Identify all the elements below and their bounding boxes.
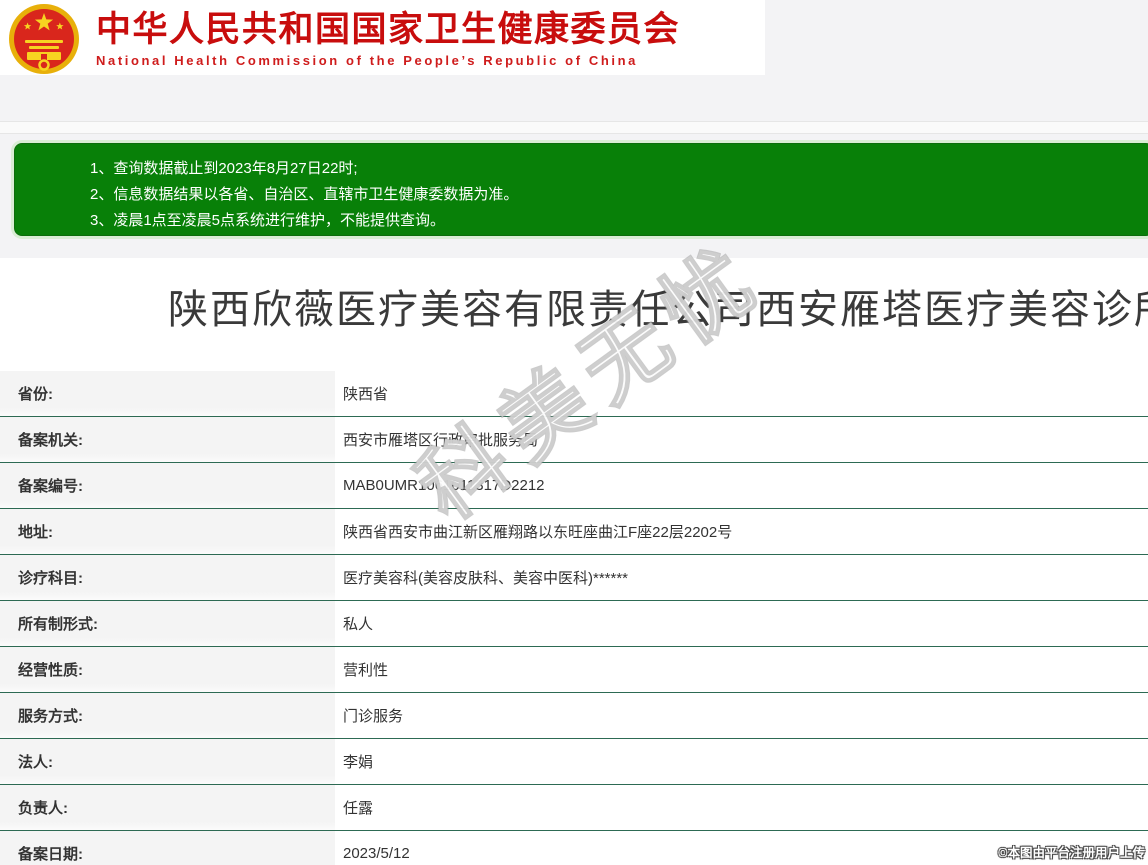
notice-line: 2、信息数据结果以各省、自治区、直辖市卫生健康委数据为准。 bbox=[90, 186, 519, 203]
notice-line: 3、凌晨1点至凌晨5点系统进行维护，不能提供查询。 bbox=[90, 212, 446, 229]
table-row: 服务方式: 门诊服务 bbox=[0, 693, 1148, 739]
site-title-english: National Health Commission of the People… bbox=[96, 52, 638, 68]
field-value: 陕西省西安市曲江新区雁翔路以东旺座曲江F座22层2202号 bbox=[343, 524, 733, 541]
site-header: 中华人民共和国国家卫生健康委员会 National Health Commiss… bbox=[0, 0, 765, 75]
field-value: 2023/5/12 bbox=[343, 845, 410, 862]
top-section: 中华人民共和国国家卫生健康委员会 National Health Commiss… bbox=[0, 0, 1148, 258]
record-table: 省份: 陕西省 备案机关: 西安市雁塔区行政审批服务局 备案编号: MAB0UM… bbox=[0, 371, 1148, 865]
field-label: 诊疗科目: bbox=[0, 555, 335, 600]
field-value: 私人 bbox=[343, 616, 374, 633]
field-value: 李娟 bbox=[343, 754, 374, 771]
site-title-chinese: 中华人民共和国国家卫生健康委员会 bbox=[96, 9, 681, 49]
notice-box: 1、查询数据截止到2023年8月27日22时; 2、信息数据结果以各省、自治区、… bbox=[14, 143, 1148, 236]
table-row: 省份: 陕西省 bbox=[0, 371, 1148, 417]
table-row: 经营性质: 营利性 bbox=[0, 647, 1148, 693]
table-row: 所有制形式: 私人 bbox=[0, 601, 1148, 647]
field-value: 陕西省 bbox=[343, 386, 389, 403]
field-label: 法人: bbox=[0, 739, 335, 784]
field-label: 所有制形式: bbox=[0, 601, 335, 646]
field-value: 西安市雁塔区行政审批服务局 bbox=[343, 432, 539, 449]
field-label: 服务方式: bbox=[0, 693, 335, 738]
field-label: 省份: bbox=[0, 371, 335, 416]
field-value: 营利性 bbox=[343, 662, 389, 679]
national-emblem-icon bbox=[9, 3, 79, 74]
field-value: 医疗美容科(美容皮肤科、美容中医科)****** bbox=[343, 570, 629, 587]
header-divider bbox=[0, 121, 1148, 134]
table-row: 备案编号: MAB0UMR1061011317D2212 bbox=[0, 463, 1148, 509]
table-row: 备案机关: 西安市雁塔区行政审批服务局 bbox=[0, 417, 1148, 463]
field-label: 备案日期: bbox=[0, 831, 335, 865]
page: 中华人民共和国国家卫生健康委员会 National Health Commiss… bbox=[0, 0, 1148, 865]
header-titles: 中华人民共和国国家卫生健康委员会 National Health Commiss… bbox=[96, 8, 680, 68]
table-row: 法人: 李娟 bbox=[0, 739, 1148, 785]
table-row: 负责人: 任露 bbox=[0, 785, 1148, 831]
table-row: 备案日期: 2023/5/12 bbox=[0, 831, 1148, 865]
field-label: 经营性质: bbox=[0, 647, 335, 692]
institution-title: 陕西欣薇医疗美容有限责任公司西安雁塔医疗美容诊所 bbox=[168, 288, 1148, 332]
field-value: MAB0UMR1061011317D2212 bbox=[343, 477, 545, 494]
field-label: 地址: bbox=[0, 509, 335, 554]
field-value: 门诊服务 bbox=[343, 708, 404, 725]
notice-line: 1、查询数据截止到2023年8月27日22时; bbox=[90, 160, 358, 177]
field-label: 备案机关: bbox=[0, 417, 335, 462]
field-label: 负责人: bbox=[0, 785, 335, 830]
table-row: 地址: 陕西省西安市曲江新区雁翔路以东旺座曲江F座22层2202号 bbox=[0, 509, 1148, 555]
table-row: 诊疗科目: 医疗美容科(美容皮肤科、美容中医科)****** bbox=[0, 555, 1148, 601]
field-value: 任露 bbox=[343, 800, 374, 817]
field-label: 备案编号: bbox=[0, 463, 335, 508]
